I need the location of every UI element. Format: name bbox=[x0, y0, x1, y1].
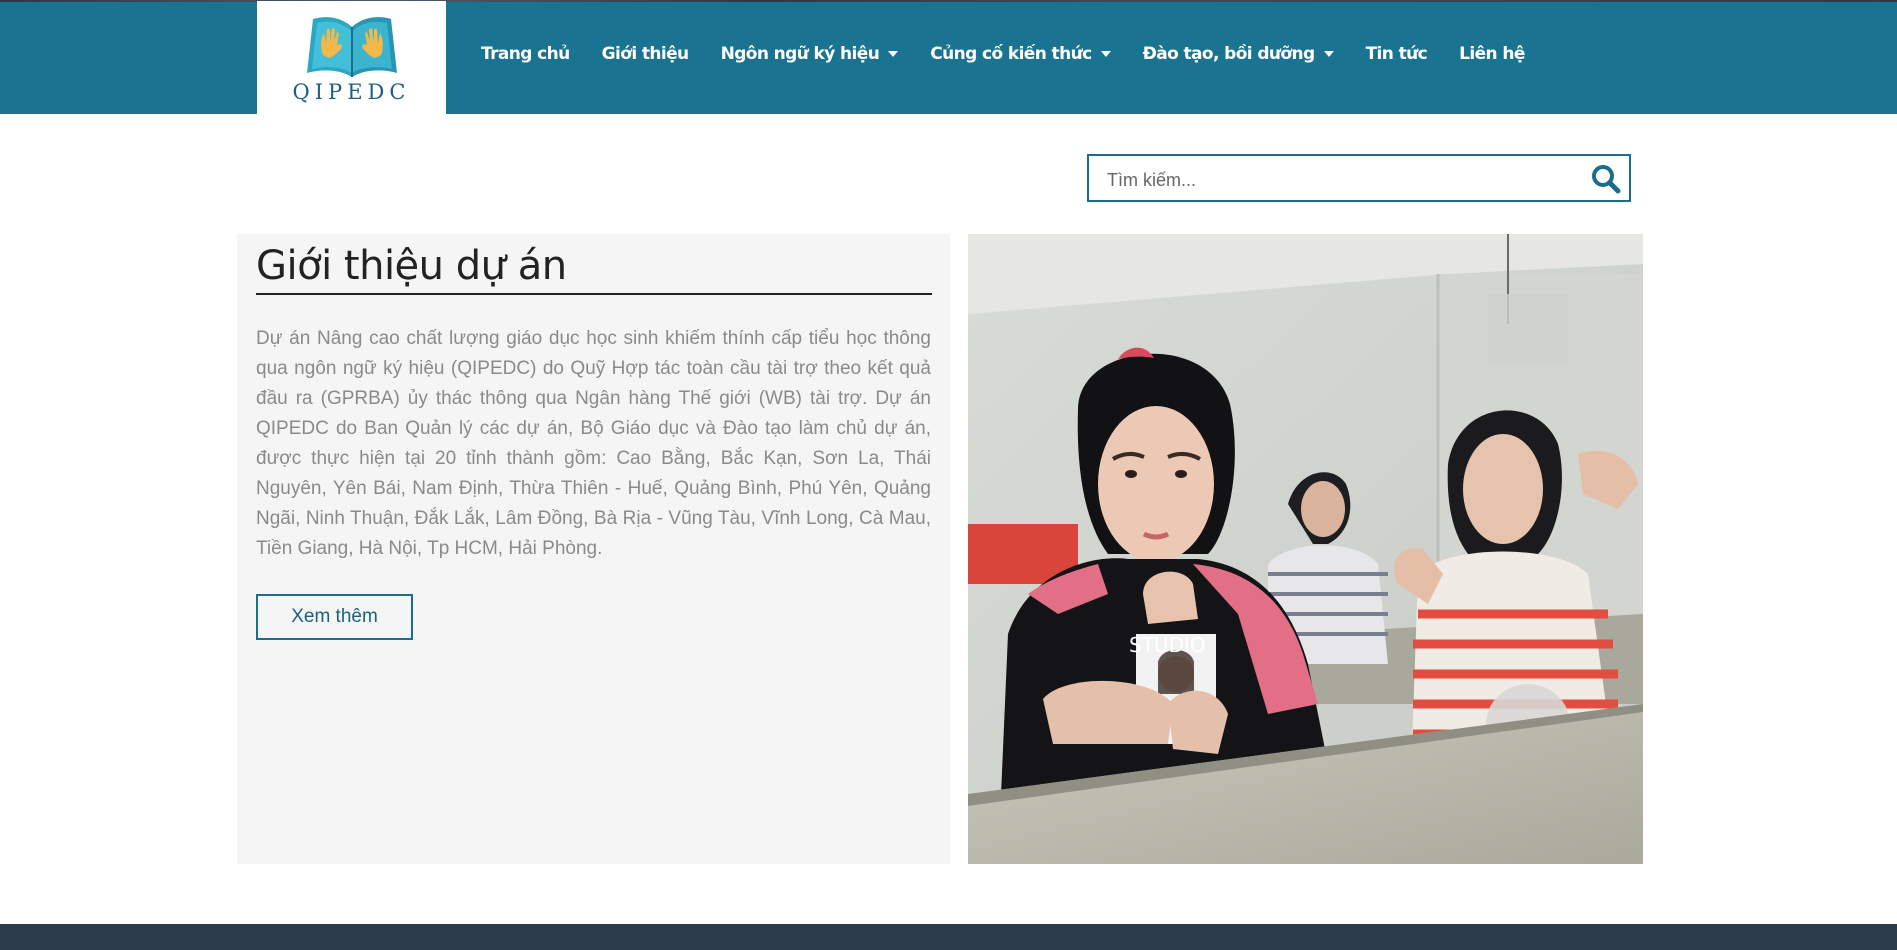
shirt-print-text: STUDIO bbox=[1129, 633, 1206, 657]
nav-item-gioi-thieu[interactable]: Giới thiệu bbox=[601, 44, 690, 64]
nav-label: Trang chủ bbox=[481, 44, 570, 64]
nav-label: Liên hệ bbox=[1459, 44, 1525, 64]
nav-label: Củng cố kiến thức bbox=[930, 44, 1092, 64]
search-icon[interactable] bbox=[1591, 164, 1621, 194]
nav-item-tin-tuc[interactable]: Tin tức bbox=[1366, 44, 1428, 64]
nav-item-ngon-ngu-ky-hieu[interactable]: Ngôn ngữ ký hiệu bbox=[721, 44, 899, 64]
open-book-hands-icon bbox=[307, 17, 397, 77]
search-input[interactable] bbox=[1105, 167, 1569, 193]
nav-label: Ngôn ngữ ký hiệu bbox=[720, 44, 880, 64]
read-more-button[interactable]: Xem thêm bbox=[256, 594, 413, 640]
caret-down-icon bbox=[888, 51, 899, 57]
nav-label: Giới thiệu bbox=[601, 44, 690, 64]
top-navbar: QIPEDC Trang chủ Giới thiệu Ngôn ngữ ký … bbox=[0, 0, 1897, 114]
students-signing-photo: STUDIO bbox=[968, 234, 1643, 864]
intro-body: Dự án Nâng cao chất lượng giáo dục học s… bbox=[256, 328, 931, 559]
caret-down-icon bbox=[1323, 51, 1334, 57]
nav-item-trang-chu[interactable]: Trang chủ bbox=[481, 44, 570, 64]
intro-title: Giới thiệu dự án bbox=[256, 243, 567, 289]
nav-item-lien-he[interactable]: Liên hệ bbox=[1459, 44, 1525, 64]
nav-label: Đào tạo, bồi dưỡng bbox=[1142, 44, 1316, 64]
intro-panel: Giới thiệu dự án Dự án Nâng cao chất lượ… bbox=[237, 234, 950, 864]
nav-item-cung-co-kien-thuc[interactable]: Củng cố kiến thức bbox=[930, 44, 1111, 64]
logo-text: QIPEDC bbox=[292, 80, 411, 104]
main-nav: Trang chủ Giới thiệu Ngôn ngữ ký hiệu Củ… bbox=[481, 44, 1557, 64]
caret-down-icon bbox=[1100, 51, 1111, 57]
nav-label: Tin tức bbox=[1365, 44, 1428, 64]
site-logo[interactable]: QIPEDC bbox=[257, 1, 446, 114]
search-box bbox=[1087, 154, 1631, 202]
nav-item-dao-tao-boi-duong[interactable]: Đào tạo, bồi dưỡng bbox=[1143, 44, 1334, 64]
title-divider bbox=[256, 293, 932, 295]
footer-bar bbox=[0, 924, 1897, 950]
